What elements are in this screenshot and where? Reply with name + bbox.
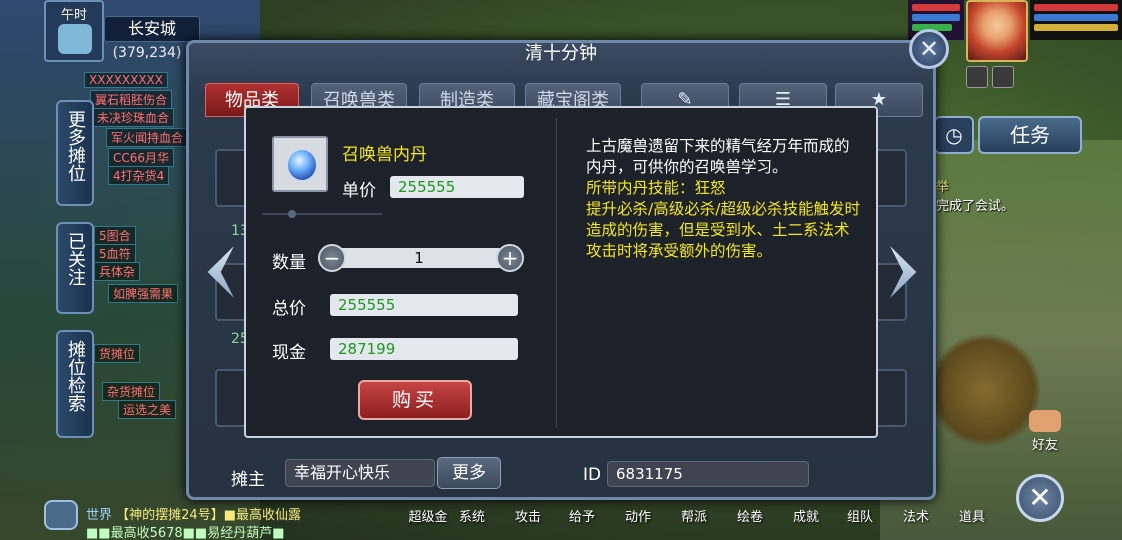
world-chat-line[interactable]: ■■最高收5678■■易经丹葫芦■	[86, 522, 285, 540]
stall-tag[interactable]: 杂货摊位	[102, 382, 161, 401]
menu-items[interactable]: 道具	[952, 506, 992, 525]
city-name[interactable]: 长安城	[104, 16, 200, 42]
menu-give[interactable]: 给予	[562, 506, 602, 525]
total-price-value: 255555	[330, 294, 518, 316]
dialog-title: 清十分钟	[525, 43, 597, 64]
player-coordinates: (379,234)	[112, 45, 182, 61]
stall-tag[interactable]: 未决珍珠血合	[92, 108, 175, 127]
total-price-label: 总价	[272, 299, 306, 319]
owner-label: 摊主	[231, 470, 265, 490]
stall-tag[interactable]: 5图合	[94, 226, 136, 245]
menu-action[interactable]: 动作	[618, 506, 658, 525]
buff-icon[interactable]	[992, 66, 1014, 88]
time-indicator[interactable]: 午时	[44, 0, 104, 62]
menu-system[interactable]: 系统	[452, 506, 492, 525]
followed-label: 已关注	[65, 232, 86, 286]
stall-tag[interactable]: 4打杂货4	[108, 166, 170, 185]
player-avatar[interactable]	[966, 0, 1028, 62]
player-hp-bar	[1034, 4, 1118, 11]
player-mp-bar	[1034, 14, 1118, 21]
stall-tag[interactable]: 兵体杂	[94, 262, 141, 281]
stall-tag[interactable]: XXXXXXXXX	[84, 72, 168, 88]
purchase-popup: 召唤兽内丹 单价 255555 数量 1 − + 总价 255555 现金 28…	[244, 106, 878, 438]
task-button[interactable]: 任务	[978, 116, 1082, 154]
pet-mp-bar	[912, 14, 960, 21]
clock-icon[interactable]: ◷	[934, 116, 974, 154]
dialog-close-icon[interactable]: ✕	[909, 29, 949, 69]
time-label: 午时	[60, 8, 87, 23]
menu-team[interactable]: 组队	[840, 506, 880, 525]
bottom-bar: 世界 【神的摆摊24号】■最高收仙露 ■■最高收5678■■易经丹葫芦■ 超级金…	[0, 500, 1122, 540]
chat-channel: 世界	[86, 508, 113, 523]
item-description: 上古魔兽遗留下来的精气经万年而成的内丹，可供你的召唤兽学习。 所带内丹技能：狂怒…	[586, 136, 862, 262]
buy-button[interactable]: 购买	[358, 380, 472, 420]
system-message: 举 完成了会试。	[936, 176, 1076, 214]
more-button[interactable]: 更多	[437, 457, 501, 489]
followed-tab[interactable]: 已关注	[56, 222, 94, 314]
menu-guild[interactable]: 帮派	[674, 506, 714, 525]
friends-label: 好友	[1031, 438, 1058, 453]
stall-search-tab[interactable]: 摊位检索	[56, 330, 94, 438]
description-text: 上古魔兽遗留下来的精气经万年而成的内丹，可供你的召唤兽学习。	[586, 137, 850, 176]
friends-button[interactable]: 好友	[1020, 410, 1070, 453]
id-label: ID	[583, 465, 602, 485]
ornament-divider	[262, 210, 382, 218]
owner-id-field: 6831175	[607, 461, 809, 487]
menu-scroll[interactable]: 绘卷	[730, 506, 770, 525]
stall-tag[interactable]: 运选之美	[118, 400, 177, 419]
buff-icon[interactable]	[966, 66, 988, 88]
pet-core-gem-icon	[288, 150, 316, 180]
handshake-icon	[1029, 410, 1061, 432]
menu-toggle-close-icon[interactable]: ✕	[1016, 474, 1064, 522]
system-message-line: 举	[936, 180, 950, 195]
stall-tag[interactable]: CC66月华	[108, 148, 175, 167]
stall-tag[interactable]: 货摊位	[94, 344, 141, 363]
unit-price-value: 255555	[390, 176, 524, 198]
item-icon	[272, 136, 328, 192]
minimap-icon	[58, 24, 92, 54]
menu-gold[interactable]: 超级金	[408, 506, 448, 525]
skill-text: 提升必杀/高级必杀/超级必杀技能触发时造成的伤害，但是受到水、土二系法术攻击时将…	[586, 200, 860, 260]
menu-achievement[interactable]: 成就	[786, 506, 826, 525]
stall-search-label: 摊位检索	[65, 340, 86, 412]
cash-value: 287199	[330, 338, 518, 360]
quantity-label: 数量	[272, 253, 306, 273]
plus-icon[interactable]: +	[496, 244, 524, 272]
stall-name-stream: XXXXXXXXX 翼石稻胚伤合 未决珍珠血合 军火闻持血合 CC66月华 4打…	[0, 60, 190, 500]
stall-tag[interactable]: 翼石稻胚伤合	[90, 90, 173, 109]
pet-hp-bar	[912, 4, 960, 11]
cash-label: 现金	[272, 343, 306, 363]
chat-bubble-icon[interactable]	[44, 500, 78, 530]
player-anger-bar	[1034, 24, 1118, 31]
more-stalls-tab[interactable]: 更多摊位	[56, 100, 94, 206]
skill-heading: 所带内丹技能：狂怒	[586, 179, 726, 197]
stall-tag[interactable]: 如脾强需果	[108, 284, 179, 303]
menu-attack[interactable]: 攻击	[508, 506, 548, 525]
unit-price-label: 单价	[342, 181, 376, 201]
owner-name-field: 幸福开心快乐	[285, 459, 435, 487]
more-stalls-label: 更多摊位	[65, 110, 86, 182]
minus-icon[interactable]: −	[318, 244, 346, 272]
world-chat-line[interactable]: 世界 【神的摆摊24号】■最高收仙露	[86, 504, 301, 523]
menu-spell[interactable]: 法术	[896, 506, 936, 525]
stall-tag[interactable]: 5血符	[94, 244, 136, 263]
stall-tag[interactable]: 军火闻持血合	[106, 128, 189, 147]
quantity-value[interactable]: 1	[330, 248, 508, 268]
chat-message: 【神的摆摊24号】■最高收仙露	[116, 508, 301, 523]
popup-divider	[556, 118, 557, 428]
system-message-line: 完成了会试。	[936, 199, 1015, 214]
item-name: 召唤兽内丹	[342, 145, 427, 165]
player-status-bars	[1030, 0, 1122, 40]
